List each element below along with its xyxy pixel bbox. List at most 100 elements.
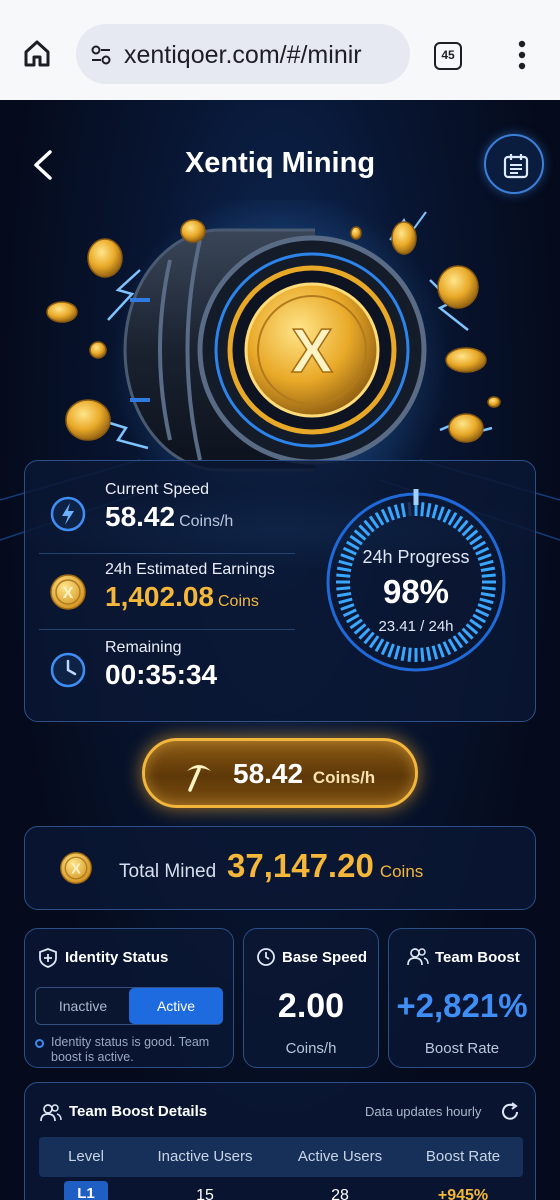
team-boost-details-panel: Team Boost Details Data updates hourly L… [24,1082,536,1200]
progress-tick [374,638,385,653]
base-speed-title: Base Speed [282,949,368,966]
progress-tick [420,502,425,517]
column-header: Boost Rate [425,1148,501,1165]
refresh-icon[interactable] [499,1101,521,1123]
svg-text:X: X [63,585,74,602]
identity-status-card: Identity Status Inactive Active Identity… [24,928,234,1068]
estimated-earnings-value: 1,402.08 Coins [105,581,259,612]
progress-tick [442,508,452,523]
total-mined-value: 37,147.20 Coins [227,847,424,884]
progress-tick [393,645,401,660]
progress-label: 24h Progress [362,547,470,567]
progress-percent: 98% [382,573,450,610]
progress-tick [480,566,496,573]
progress-tick [400,502,407,518]
more-menu-icon[interactable] [518,40,526,70]
progress-tick [380,508,390,523]
calendar-icon [503,154,529,179]
progress-tick [407,647,412,662]
mining-stats-panel: Current Speed 58.42 Coins/h X 24h Estimat… [24,460,536,722]
identity-option-active[interactable]: Active [129,988,223,1024]
mining-speed-button[interactable]: 58.42 Coins/h [142,738,418,808]
active-users-cell: 28 [331,1187,349,1200]
progress-tick [368,515,380,529]
progress-tick [380,641,390,656]
address-bar[interactable]: xentiqoer.com/#/minir [76,24,410,84]
clock-icon [257,948,275,966]
site-settings-icon[interactable] [90,44,112,66]
calendar-button[interactable] [484,134,544,194]
data-update-note: Data updates hourly [365,1104,482,1119]
identity-toggle[interactable]: Inactive Active [35,987,223,1025]
progress-tick [336,566,352,573]
progress-tick [447,638,458,653]
team-boost-sub: Boost Rate [424,1040,500,1057]
progress-tick [407,502,412,517]
current-speed-label: Current Speed [105,481,210,498]
status-dot-icon [35,1039,44,1048]
url-text[interactable]: xentiqoer.com/#/minir [124,41,404,70]
progress-tick [469,534,483,546]
team-boost-title: Team Boost [435,949,520,966]
progress-tick [425,646,432,662]
progress-tick [431,645,439,660]
progress-marker [413,489,419,505]
progress-tick [425,502,432,518]
coin-icon: X [60,852,92,884]
team-boost-card: Team Boost +2,821% Boost Rate [388,928,536,1068]
team-boost-value: +2,821% [396,987,528,1024]
progress-tick [431,504,439,519]
estimated-earnings-label: 24h Estimated Earnings [105,561,275,578]
shield-plus-icon [39,948,57,968]
lightning-speed-icon [50,496,86,532]
table-header: Level Inactive Users Active Users Boost … [39,1137,523,1177]
progress-tick [400,646,407,662]
progress-tick [447,511,458,526]
progress-tick [368,635,380,649]
divider [39,629,295,630]
browser-toolbar: xentiqoer.com/#/minir 45 [0,0,560,100]
progress-tick [374,511,385,526]
current-speed-value: 58.42 Coins/h [105,501,234,532]
total-mined-label: Total Mined [119,861,217,882]
page-title: Xentiq Mining [184,147,376,179]
inactive-users-cell: 15 [196,1187,214,1200]
svg-text:X: X [71,861,81,877]
progress-tick [442,641,452,656]
identity-note: Identity status is good. Team boost is a… [51,1035,210,1064]
progress-tick [452,515,464,529]
team-users-icon [407,948,429,966]
home-icon[interactable] [22,38,52,68]
divider [39,553,295,554]
progress-tick [452,635,464,649]
progress-tick [420,647,425,662]
column-header: Level [68,1148,104,1165]
progress-tick [437,643,445,658]
mining-page: Xentiq Mining X Current Speed 58.42 Coin… [0,100,560,1200]
pickaxe-icon [187,765,211,792]
identity-option-inactive[interactable]: Inactive [36,988,130,1024]
coin-icon: X [50,574,86,610]
remaining-label: Remaining [105,639,182,656]
boost-rate-cell: +945% [437,1187,489,1200]
column-header: Active Users [297,1148,383,1165]
identity-status-title: Identity Status [65,949,169,966]
progress-tick [393,504,401,519]
progress-tick [387,643,395,658]
remaining-value: 00:35:34 [105,659,218,690]
base-speed-value: 2.00 [277,987,345,1025]
progress-tick [387,506,395,521]
total-mined-panel: X Total Mined 37,147.20 Coins [24,826,536,910]
base-speed-unit: Coins/h [285,1040,337,1057]
svg-text:X: X [291,317,332,386]
clock-icon [50,652,86,688]
base-speed-card: Base Speed 2.00 Coins/h [243,928,379,1068]
progress-tick [437,506,445,521]
mining-speed-value: 58.42 Coins/h [233,758,376,789]
column-header: Inactive Users [157,1148,253,1165]
team-users-icon [40,1104,62,1122]
level-badge: L1 [64,1181,108,1200]
progress-tick [349,534,363,546]
team-details-title: Team Boost Details [69,1103,208,1120]
tab-switcher-button[interactable]: 45 [434,42,462,70]
